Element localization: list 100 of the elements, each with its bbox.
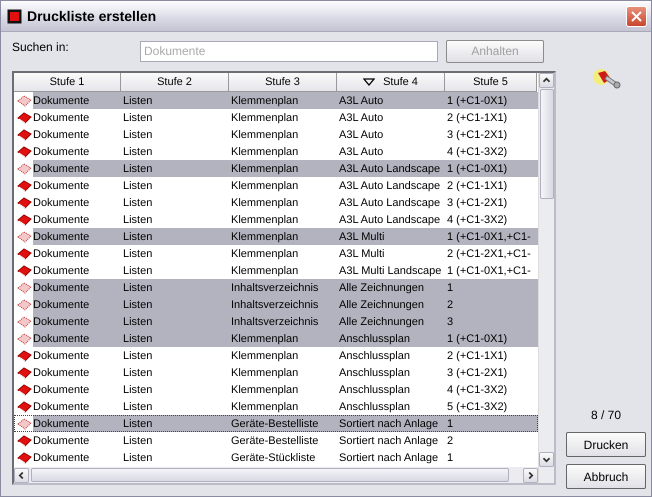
table-cell: A3L Multi (339, 230, 384, 242)
table-cell: Listen (123, 384, 152, 396)
table-cell: Dokumente (33, 180, 90, 192)
table-row[interactable]: Dokumente Listen Klemmenplan A3L Multi 2 (+C1-2X1,+C1- (14, 245, 538, 262)
table-cell: A3L Auto (339, 94, 384, 106)
table-cell: 3 (+C1-2X1) (447, 196, 508, 208)
table-cell: Listen (123, 298, 152, 310)
table-row[interactable]: Dokumente Listen Klemmenplan Anschlussplan 2 (+C1-1X1) (14, 347, 538, 364)
book-icon (17, 230, 32, 242)
table-row[interactable]: Dokumente Listen Klemmenplan A3L Auto 1 (+C1-0X1) (14, 92, 538, 109)
table-row[interactable]: Dokumente Listen Geräte-Stückliste Sortiert nach Anlage 1 (14, 449, 538, 466)
table-cell: 3 (+C1-2X1) (447, 128, 508, 140)
window-title: Druckliste erstellen (27, 8, 158, 24)
close-icon (631, 10, 642, 22)
table-row[interactable]: Dokumente Listen Klemmenplan Anschlussplan 1 (+C1-0X1) (14, 330, 538, 347)
scroll-left-icon[interactable] (14, 468, 29, 482)
table-cell: 2 (+C1-1X1) (447, 180, 508, 192)
column-header[interactable]: Stufe 1 (14, 73, 121, 92)
table-cell: Listen (123, 146, 152, 158)
table-cell: Listen (123, 128, 152, 140)
table-row[interactable]: Dokumente Listen Klemmenplan A3L Multi 1 (+C1-0X1,+C1- (14, 228, 538, 245)
table-cell: Dokumente (33, 248, 90, 260)
table-cell: Inhaltsverzeichnis (231, 282, 318, 294)
table-cell: Anschlussplan (339, 366, 410, 378)
book-icon (17, 384, 32, 396)
table-row[interactable]: Dokumente Listen Klemmenplan A3L Auto 4 (+C1-3X2) (14, 143, 538, 160)
column-header[interactable]: Stufe 4 (337, 73, 445, 92)
selection-counter: 8 / 70 (590, 408, 622, 422)
book-icon (17, 316, 32, 328)
table-cell: A3L Auto Landscape (339, 196, 440, 208)
table-cell: Klemmenplan (231, 112, 298, 124)
search-field[interactable]: Dokumente (140, 40, 438, 62)
column-header[interactable]: Stufe 5 (445, 73, 537, 92)
table-cell: Klemmenplan (231, 230, 298, 242)
table-row[interactable]: Dokumente Listen Klemmenplan A3L Multi Landscape 1 (+C1-0X1,+C1- (14, 262, 538, 279)
table-cell: Listen (123, 230, 152, 242)
table-cell: 1 (+C1-0X1,+C1- (447, 230, 531, 242)
table-cell: Dokumente (33, 162, 90, 174)
scrollbar-thumb[interactable] (31, 468, 509, 482)
table-cell: 2 (447, 434, 454, 446)
table-cell: Dokumente (33, 384, 90, 396)
book-icon (17, 180, 32, 192)
table-cell: Alle Zeichnungen (339, 316, 424, 328)
table-row[interactable]: Dokumente Listen Inhaltsverzeichnis Alle Zeichnungen 2 (14, 296, 538, 313)
scroll-right-icon[interactable] (523, 468, 538, 482)
table-row[interactable]: Dokumente Listen Klemmenplan A3L Auto Landscape 2 (+C1-1X1) (14, 177, 538, 194)
table-cell: Klemmenplan (231, 196, 298, 208)
table-row[interactable]: Dokumente Listen Inhaltsverzeichnis Alle Zeichnungen 1 (14, 279, 538, 296)
close-button[interactable] (626, 6, 647, 26)
table-cell: Dokumente (33, 128, 90, 140)
table-cell: Alle Zeichnungen (339, 282, 424, 294)
table-cell: A3L Auto (339, 112, 384, 124)
table-cell: 3 (447, 316, 454, 328)
table-cell: Listen (123, 180, 152, 192)
dialog-button[interactable]: Abbruch (566, 464, 646, 489)
table-cell: Dokumente (33, 230, 90, 242)
table-cell: A3L Auto (339, 146, 384, 158)
table-cell: Klemmenplan (231, 146, 298, 158)
table-row[interactable]: Dokumente Listen Klemmenplan Anschlussplan 5 (+C1-3X2) (14, 398, 538, 415)
table-row[interactable]: Dokumente Listen Klemmenplan A3L Auto 2 (+C1-1X1) (14, 109, 538, 126)
table-cell: Dokumente (33, 214, 90, 226)
table-cell: 1 (447, 452, 454, 464)
table-cell: 1 (+C1-0X1) (447, 162, 508, 174)
table-cell: Dokumente (33, 434, 90, 446)
table-cell: A3L Auto Landscape (339, 162, 440, 174)
table-cell: 2 (+C1-1X1) (447, 112, 508, 124)
table-row[interactable]: Dokumente Listen Klemmenplan A3L Auto Landscape 4 (+C1-3X2) (14, 211, 538, 228)
table-cell: Inhaltsverzeichnis (231, 298, 318, 310)
table-row[interactable]: Dokumente Listen Klemmenplan A3L Auto Landscape 3 (+C1-2X1) (14, 194, 538, 211)
book-icon (17, 350, 32, 362)
table-cell: A3L Multi (339, 248, 384, 260)
table-row[interactable]: Dokumente Listen Geräte-Bestelliste Sortiert nach Anlage 2 (14, 432, 538, 449)
sort-icon (363, 78, 376, 86)
table-cell: 1 (+C1-0X1) (447, 94, 508, 106)
table-row[interactable]: Dokumente Listen Geräte-Bestelliste Sortiert nach Anlage 1 (14, 415, 538, 432)
table-row[interactable]: Dokumente Listen Inhaltsverzeichnis Alle Zeichnungen 3 (14, 313, 538, 330)
table-cell: Dokumente (33, 146, 90, 158)
book-icon (17, 332, 32, 344)
scroll-up-icon[interactable] (539, 73, 554, 88)
book-icon (17, 146, 32, 158)
table-cell: Dokumente (33, 418, 90, 430)
table-cell: Anschlussplan (339, 332, 410, 344)
table-cell: Geräte-Stückliste (231, 452, 316, 464)
table-row[interactable]: Dokumente Listen Klemmenplan A3L Auto 3 (+C1-2X1) (14, 126, 538, 143)
table-cell: Listen (123, 366, 152, 378)
scroll-down-icon[interactable] (539, 452, 554, 467)
table-cell: Listen (123, 434, 152, 446)
column-header[interactable]: Stufe 3 (229, 73, 337, 92)
book-icon (17, 400, 32, 412)
table-cell: Klemmenplan (231, 332, 298, 344)
table-cell: Dokumente (33, 94, 90, 106)
table-cell: Dokumente (33, 282, 90, 294)
dialog-button[interactable]: Drucken (566, 432, 646, 457)
table-row[interactable]: Dokumente Listen Klemmenplan Anschlussplan 3 (+C1-2X1) (14, 364, 538, 381)
table-cell: Listen (123, 196, 152, 208)
table-row[interactable]: Dokumente Listen Klemmenplan A3L Auto Landscape 1 (+C1-0X1) (14, 160, 538, 177)
table-row[interactable]: Dokumente Listen Klemmenplan Anschlussplan 4 (+C1-3X2) (14, 381, 538, 398)
table-cell: Klemmenplan (231, 214, 298, 226)
column-header[interactable]: Stufe 2 (121, 73, 229, 92)
scrollbar-thumb[interactable] (540, 89, 554, 199)
